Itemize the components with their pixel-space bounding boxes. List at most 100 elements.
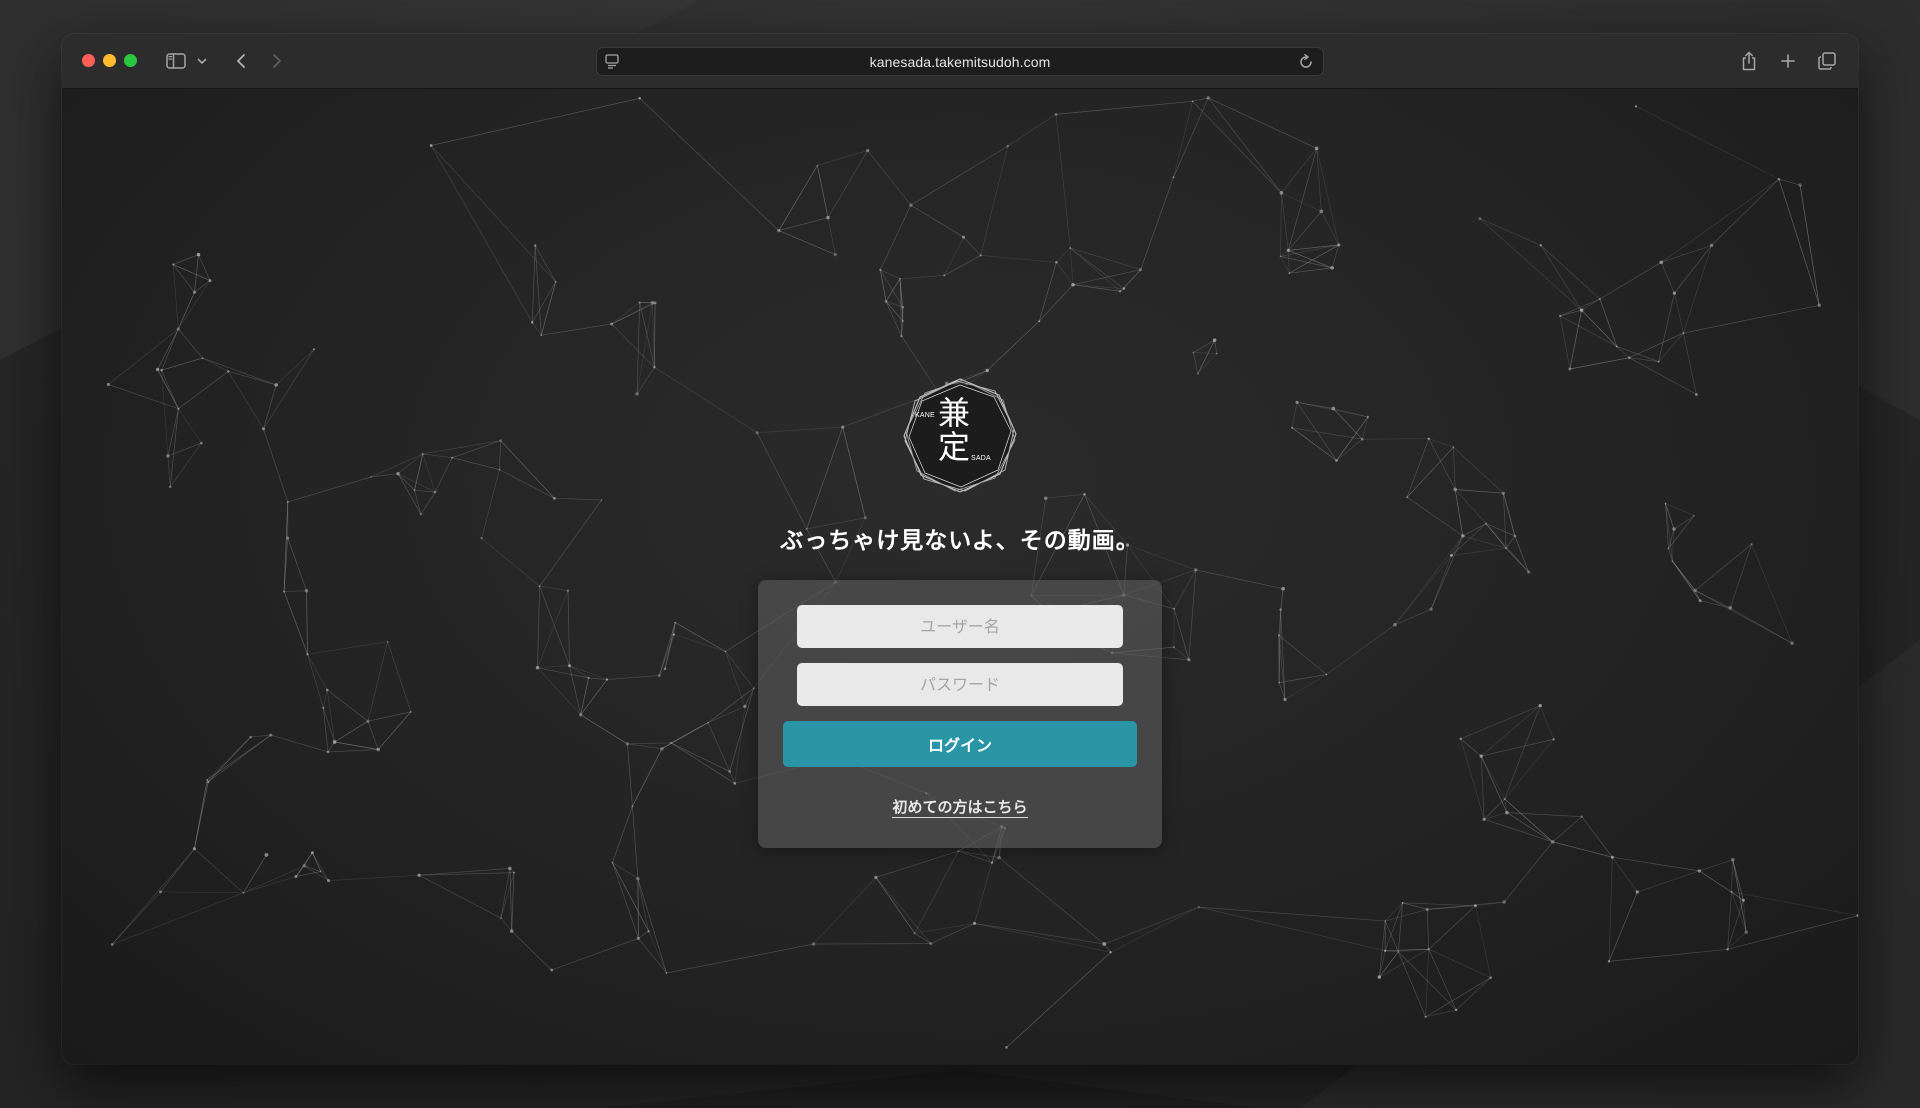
network-line	[664, 622, 676, 669]
network-line	[1504, 705, 1541, 800]
network-node	[1071, 282, 1075, 287]
network-line	[194, 779, 208, 849]
network-node	[1671, 560, 1674, 562]
network-line	[1280, 256, 1290, 274]
network-line	[1426, 909, 1430, 950]
network-node	[566, 589, 570, 592]
network-node	[310, 851, 314, 855]
network-line	[194, 254, 199, 293]
network-node	[1552, 738, 1555, 741]
network-line	[509, 868, 513, 932]
network-line	[1384, 920, 1399, 952]
logo-kanji-sada: 定	[938, 428, 971, 466]
network-line	[632, 748, 663, 807]
network-line	[1173, 569, 1197, 609]
network-node	[1038, 320, 1041, 323]
network-node	[600, 499, 603, 501]
network-node	[1730, 890, 1733, 893]
network-line	[1731, 891, 1747, 933]
network-node	[1314, 146, 1319, 151]
network-node	[1331, 406, 1336, 411]
network-line	[1402, 902, 1476, 907]
network-line	[632, 806, 639, 879]
chevron-right-icon[interactable]	[268, 47, 286, 75]
network-line	[1428, 948, 1491, 979]
network-line	[1192, 101, 1282, 194]
close-button[interactable]	[82, 54, 95, 67]
tabs-overview-icon[interactable]	[1816, 47, 1838, 75]
network-line	[387, 641, 412, 713]
network-line	[1674, 293, 1684, 334]
network-line	[654, 366, 758, 433]
network-line	[306, 590, 308, 655]
network-node	[635, 392, 639, 396]
network-node	[1635, 890, 1639, 894]
network-line	[958, 850, 1000, 858]
chevron-down-icon[interactable]	[195, 47, 209, 75]
network-line	[1173, 608, 1190, 660]
first-time-link[interactable]: 初めての方はこちら	[892, 798, 1028, 818]
network-node	[1279, 255, 1282, 258]
network-node	[1360, 437, 1364, 441]
network-node	[777, 228, 781, 233]
share-icon[interactable]	[1738, 47, 1760, 75]
network-node	[1291, 426, 1294, 429]
network-line	[160, 891, 244, 894]
network-node	[269, 733, 273, 737]
network-node	[550, 968, 554, 972]
network-line	[817, 165, 829, 218]
network-node	[370, 476, 372, 478]
network-line	[263, 349, 315, 430]
network-line	[756, 432, 808, 530]
password-input[interactable]	[797, 663, 1123, 706]
logo-romaji-sada: SADA	[971, 455, 991, 462]
network-line	[1394, 608, 1432, 626]
network-line	[178, 328, 203, 359]
network-line	[639, 98, 780, 231]
network-line	[1110, 906, 1199, 953]
network-node	[1325, 673, 1328, 676]
network-line	[172, 264, 195, 293]
network-line	[307, 641, 388, 655]
network-line	[1287, 148, 1318, 251]
network-line	[879, 205, 912, 270]
network-line	[1661, 178, 1780, 263]
network-node	[421, 452, 424, 456]
reload-icon[interactable]	[1298, 54, 1314, 74]
login-button[interactable]: ログイン	[783, 721, 1137, 767]
address-bar[interactable]: kanesada.takemitsudoh.com	[596, 47, 1324, 76]
network-node	[724, 650, 727, 653]
username-input[interactable]	[797, 605, 1123, 648]
sidebar-icon[interactable]	[164, 47, 188, 75]
network-node	[1502, 900, 1506, 904]
network-line	[1616, 346, 1630, 358]
network-line	[1208, 97, 1317, 149]
network-line	[1069, 247, 1074, 285]
network-node	[409, 711, 412, 713]
network-node	[1856, 914, 1858, 917]
network-line	[1056, 247, 1071, 263]
minimize-button[interactable]	[103, 54, 116, 67]
network-line	[452, 457, 500, 470]
network-node	[672, 633, 676, 636]
network-node	[1215, 352, 1218, 355]
network-line	[567, 590, 570, 666]
plus-icon[interactable]	[1778, 47, 1798, 75]
chevron-left-icon[interactable]	[232, 47, 250, 75]
network-node	[909, 203, 913, 207]
network-node	[929, 942, 933, 946]
network-node	[396, 472, 400, 476]
network-line	[283, 591, 308, 655]
network-line	[422, 440, 501, 455]
network-node	[1817, 303, 1822, 308]
network-line	[1280, 192, 1282, 257]
network-line	[207, 734, 272, 783]
network-line	[334, 720, 369, 743]
zoom-button[interactable]	[124, 54, 137, 67]
network-line	[885, 301, 902, 337]
network-node	[208, 279, 212, 282]
network-node	[863, 516, 867, 520]
network-node	[498, 468, 501, 471]
network-line	[1460, 738, 1485, 820]
network-node	[605, 678, 609, 681]
